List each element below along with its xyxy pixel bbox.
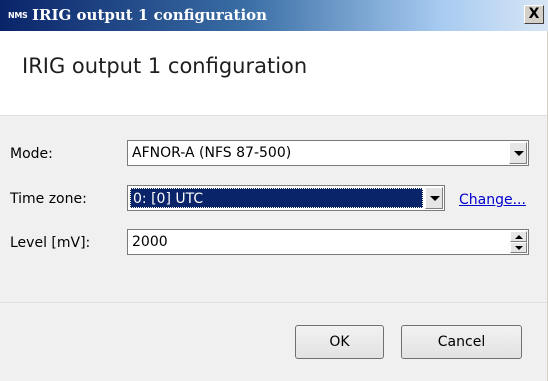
- chevron-down-icon[interactable]: [509, 142, 527, 164]
- cancel-button[interactable]: Cancel: [401, 325, 522, 359]
- change-time-zone-link[interactable]: Change...: [459, 192, 526, 208]
- spin-down-icon[interactable]: [510, 242, 527, 253]
- time-zone-selection: 0: [0] UTC: [130, 188, 423, 208]
- time-zone-select-value: 0: [0] UTC: [133, 191, 204, 207]
- title-bar[interactable]: NMS IRIG output 1 configuration X: [0, 0, 548, 31]
- dialog-header: IRIG output 1 configuration: [0, 31, 547, 116]
- ok-button[interactable]: OK: [295, 325, 384, 359]
- mode-select-value: AFNOR-A (NFS 87-500): [132, 145, 292, 161]
- divider: [0, 302, 547, 303]
- time-zone-label: Time zone:: [10, 191, 87, 207]
- spin-up-icon[interactable]: [510, 231, 527, 242]
- close-icon: X: [528, 6, 540, 22]
- mode-select[interactable]: AFNOR-A (NFS 87-500): [127, 140, 529, 166]
- mode-label: Mode:: [10, 146, 53, 162]
- level-stepper[interactable]: 2000: [127, 229, 529, 255]
- page-title: IRIG output 1 configuration: [22, 54, 308, 78]
- level-spinner[interactable]: [510, 231, 527, 253]
- time-zone-select[interactable]: 0: [0] UTC: [127, 185, 445, 211]
- level-value: 2000: [132, 234, 168, 250]
- form-area: Mode: AFNOR-A (NFS 87-500) Time zone: 0:…: [0, 116, 547, 381]
- app-icon: NMS: [8, 11, 28, 20]
- close-button[interactable]: X: [524, 5, 544, 24]
- level-label: Level [mV]:: [10, 235, 91, 251]
- chevron-down-icon[interactable]: [425, 187, 443, 209]
- window-title: IRIG output 1 configuration: [32, 6, 268, 24]
- dialog-window: NMS IRIG output 1 configuration X IRIG o…: [0, 0, 548, 381]
